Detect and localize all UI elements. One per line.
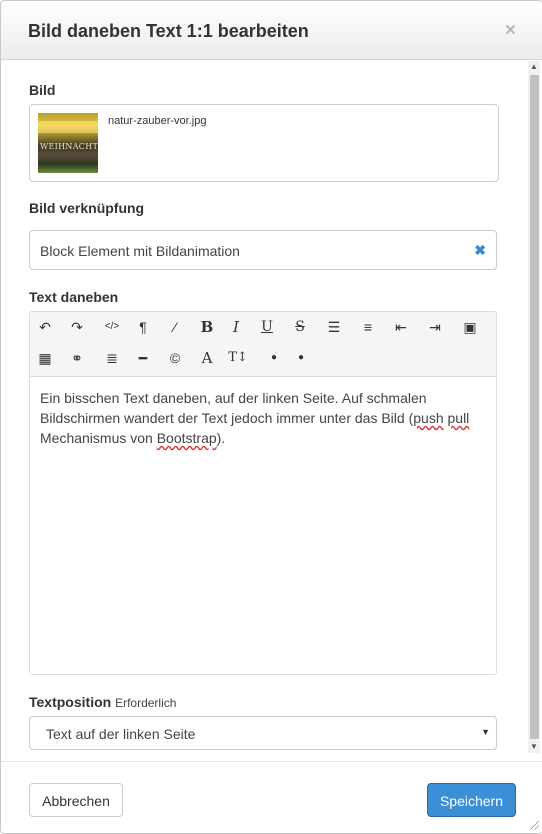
table-icon[interactable]: ▦ [33, 346, 57, 370]
image-thumbnail: WEIHNACHT [38, 113, 98, 173]
required-hint: Erforderlich [115, 696, 177, 710]
dialog-title: Bild daneben Text 1:1 bearbeiten [28, 21, 309, 41]
unordered-list-icon[interactable]: ☰ [322, 315, 346, 339]
dialog-header: Bild daneben Text 1:1 bearbeiten × [1, 1, 542, 60]
chevron-down-icon: ▼ [481, 727, 490, 737]
thumbnail-band [38, 121, 98, 133]
editor-toolbar: ↶ ↷ </> ¶ ⁄ B I U S ☰ ≡ ⇤ ⇥ ▣ ▦ ⚭ ≣ ━ © A T↕ ● ● [30, 312, 496, 377]
textposition-select[interactable]: Text auf der linken Seite ▼ [29, 716, 497, 750]
horizontal-rule-icon[interactable]: ━ [131, 346, 155, 370]
edit-dialog: Bild daneben Text 1:1 bearbeiten × Bild … [0, 0, 542, 834]
spell-word-bootstrap: Bootstrap [156, 430, 217, 446]
align-icon[interactable]: ≣ [100, 346, 124, 370]
rich-text-editor: ↶ ↷ </> ¶ ⁄ B I U S ☰ ≡ ⇤ ⇥ ▣ ▦ ⚭ ≣ ━ © A T↕ ● ● Ein bisschen … [29, 311, 497, 675]
scroll-down-icon[interactable]: ▼ [528, 741, 540, 753]
cancel-button[interactable]: Abbrechen [29, 783, 123, 817]
paragraph-icon[interactable]: ¶ [131, 315, 155, 339]
ordered-list-icon[interactable]: ≡ [356, 315, 380, 339]
scrollbar-thumb[interactable] [530, 75, 539, 739]
magic-wand-icon[interactable]: ⁄ [163, 315, 187, 339]
content-line-3-end: ). [216, 430, 226, 446]
indent-icon[interactable]: ⇥ [423, 315, 447, 339]
clear-link-icon[interactable]: ✖ [474, 242, 486, 259]
image-icon[interactable]: ▣ [458, 315, 482, 339]
editor-content[interactable]: Ein bisschen Text daneben, auf der linke… [40, 388, 486, 448]
bold-icon[interactable]: B [195, 315, 219, 339]
textposition-value: Text auf der linken Seite [46, 726, 196, 742]
font-icon[interactable]: A [195, 346, 219, 370]
image-picker[interactable]: WEIHNACHT natur-zauber-vor.jpg [29, 104, 499, 182]
dialog-footer: Abbrechen Speichern [1, 761, 542, 833]
resize-handle[interactable] [530, 821, 539, 830]
font-size-icon[interactable]: T↕ [226, 346, 250, 370]
textposition-label: Textposition Erforderlich [29, 694, 176, 710]
dialog-body: Bild WEIHNACHT natur-zauber-vor.jpg Bild… [1, 60, 526, 760]
image-filename: natur-zauber-vor.jpg [108, 115, 207, 127]
outdent-icon[interactable]: ⇤ [389, 315, 413, 339]
textposition-label-text: Textposition [29, 694, 112, 710]
spell-word-pull: pull [447, 410, 470, 426]
close-icon[interactable]: × [505, 20, 516, 42]
strikethrough-icon[interactable]: S [288, 315, 312, 339]
content-line-3: Mechanismus von [40, 430, 157, 446]
scroll-up-icon[interactable]: ▲ [528, 61, 540, 73]
underline-icon[interactable]: U [255, 315, 279, 339]
link-field[interactable]: Block Element mit Bildanimation ✖ [29, 230, 497, 270]
link-icon[interactable]: ⚭ [65, 346, 89, 370]
text-daneben-label: Text daneben [29, 289, 119, 305]
save-button[interactable]: Speichern [427, 783, 516, 817]
thumbnail-text: WEIHNACHT [40, 142, 98, 151]
undo-icon[interactable]: ↶ [33, 315, 57, 339]
content-line-1: Ein bisschen Text daneben, auf der linke… [40, 390, 427, 406]
copyright-icon[interactable]: © [163, 346, 187, 370]
bild-label: Bild [29, 82, 56, 98]
content-line-2: Bildschirmen wandert der Text jedoch imm… [40, 410, 414, 426]
code-view-icon[interactable]: </> [100, 315, 124, 339]
redo-icon[interactable]: ↷ [65, 315, 89, 339]
bild-verknuepfung-label: Bild verknüpfung [29, 200, 145, 216]
italic-icon[interactable]: I [224, 315, 248, 339]
link-field-value: Block Element mit Bildanimation [40, 243, 240, 259]
scrollbar[interactable]: ▲ ▼ [528, 61, 540, 753]
spell-word-push: push [413, 410, 444, 426]
background-color-icon[interactable]: ● [289, 346, 313, 370]
text-color-icon[interactable]: ● [262, 346, 286, 370]
